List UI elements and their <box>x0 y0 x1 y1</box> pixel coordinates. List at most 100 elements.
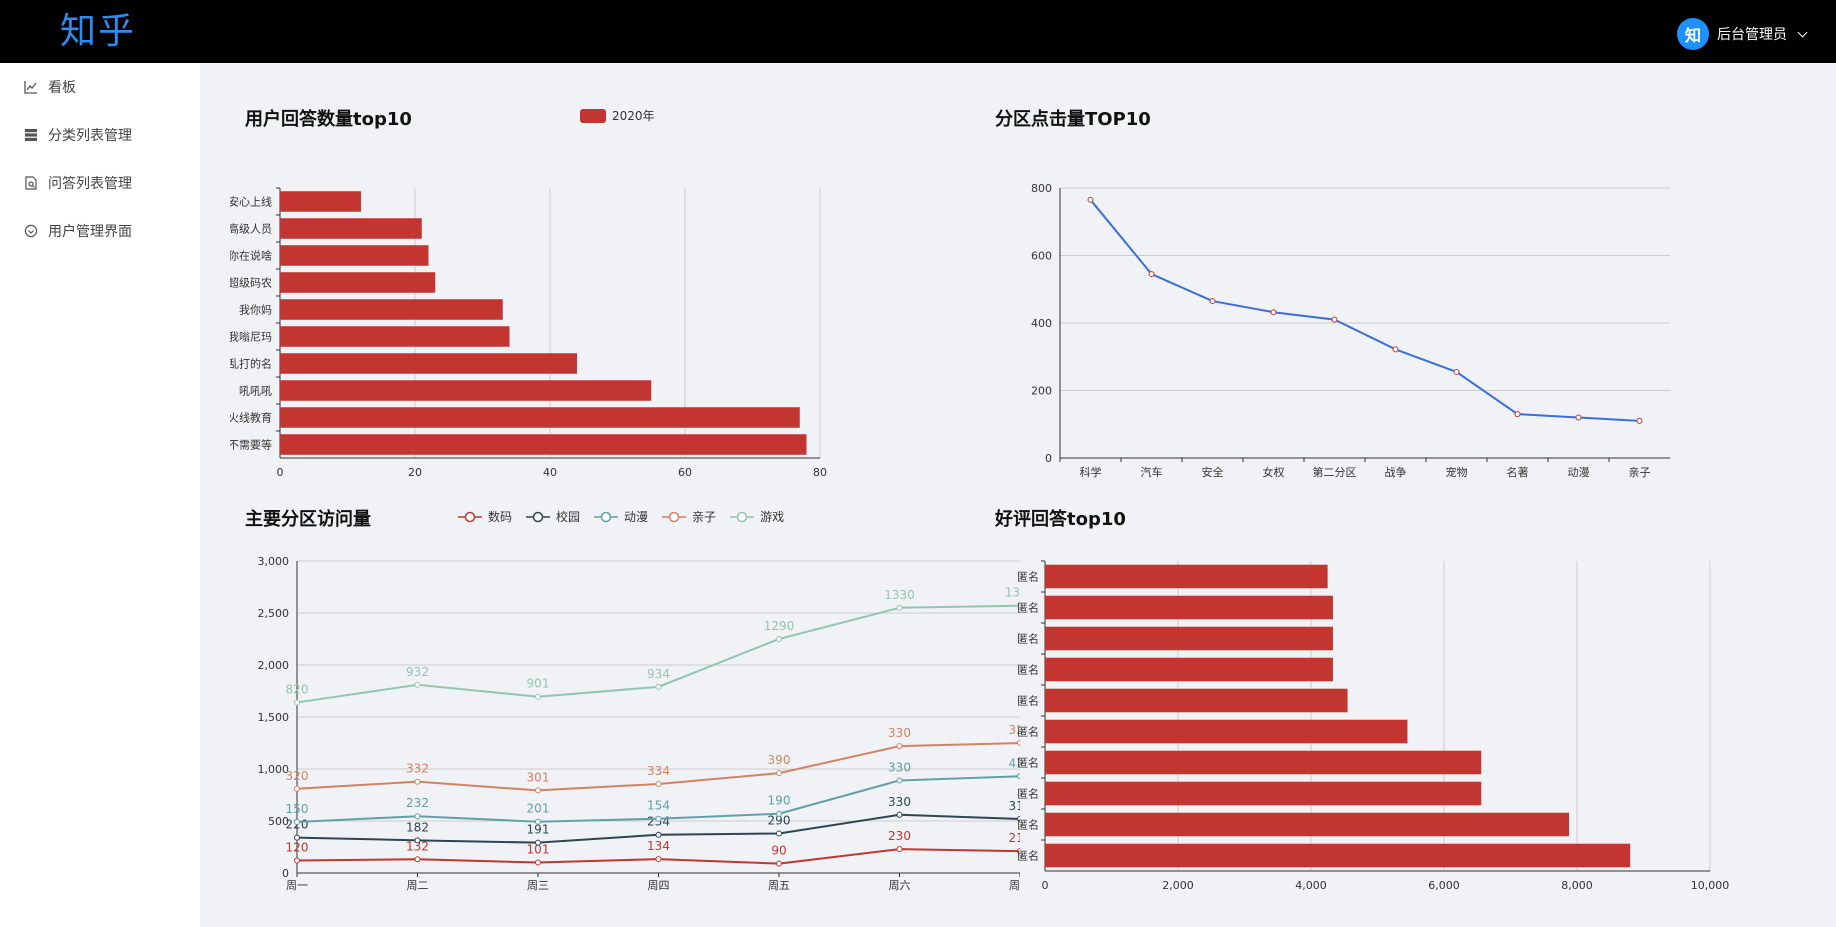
data-point <box>1453 368 1460 375</box>
legend-marker-icon <box>458 511 482 522</box>
y-tick-label: 超级码农 <box>230 276 272 290</box>
y-tick-label: 400 <box>1031 317 1052 330</box>
x-tick-label: 第二分区 <box>1313 465 1357 479</box>
x-tick-label: 0 <box>277 466 284 479</box>
data-point <box>655 856 662 863</box>
data-point <box>896 743 903 750</box>
data-label: 191 <box>527 823 550 837</box>
x-tick-label: 亲子 <box>1629 465 1651 479</box>
x-tick-label: 周五 <box>768 879 790 892</box>
data-label: 820 <box>286 682 309 696</box>
x-tick-label: 周三 <box>527 879 549 892</box>
top-navbar: 知乎 知 后台管理员 <box>0 0 1836 63</box>
data-point <box>896 777 903 784</box>
legend-label: 亲子 <box>692 510 717 524</box>
server-icon <box>25 129 37 141</box>
legend-label: 游戏 <box>760 510 785 524</box>
bar <box>1045 657 1333 682</box>
user-circle-icon <box>24 224 38 238</box>
sidebar-item-category-list[interactable]: 分类列表管理 <box>0 111 200 159</box>
y-tick-label: 2,000 <box>258 659 290 672</box>
data-point <box>535 693 541 700</box>
y-tick-label: 匿名 <box>1017 818 1039 832</box>
x-tick-label: 安全 <box>1202 465 1224 479</box>
data-label: 150 <box>286 802 309 816</box>
data-point <box>535 839 541 846</box>
chart-title-section-clicks: 分区点击量TOP10 <box>995 109 1151 130</box>
data-point <box>655 683 662 690</box>
data-label: 934 <box>647 667 670 681</box>
legend-marker-icon <box>662 511 687 522</box>
data-point <box>655 780 662 787</box>
y-tick-label: 你不需要等 <box>230 438 272 452</box>
sidebar: 看板 分类列表管理 问答列表管理 用户管理界面 <box>0 63 200 927</box>
data-point <box>896 604 903 611</box>
data-label: 1330 <box>884 588 915 602</box>
data-label: 201 <box>527 802 550 816</box>
x-tick-label: 战争 <box>1385 465 1407 479</box>
y-tick-label: 匿名 <box>1017 632 1039 646</box>
y-tick-label: 高级人员 <box>230 222 272 236</box>
data-point <box>414 837 421 844</box>
sidebar-item-qa-list[interactable]: 问答列表管理 <box>0 159 200 207</box>
y-tick-label: 匿名 <box>1017 601 1039 615</box>
data-point <box>896 846 903 853</box>
y-tick-label: 匿名 <box>1017 787 1039 801</box>
data-label: 932 <box>406 665 429 679</box>
bar <box>280 191 361 212</box>
x-tick-label: 周六 <box>889 879 911 892</box>
x-tick-label: 2,000 <box>1162 879 1194 892</box>
x-tick-label: 周四 <box>648 879 670 892</box>
x-tick-label: 8,000 <box>1561 879 1593 892</box>
bar <box>280 434 807 455</box>
x-tick-label: 80 <box>813 466 827 479</box>
bar <box>1045 626 1333 651</box>
data-point <box>1636 417 1643 424</box>
y-tick-label: 匿名 <box>1017 694 1039 708</box>
legend-item[interactable]: 数码 <box>458 508 512 525</box>
data-label: 154 <box>647 799 670 813</box>
data-label: 190 <box>768 794 791 808</box>
data-point <box>414 681 421 688</box>
y-tick-label: 你在说啥 <box>230 249 272 263</box>
y-tick-label: 我你妈 <box>239 303 272 317</box>
sidebar-item-dashboard[interactable]: 看板 <box>0 63 200 111</box>
zhihu-logo[interactable]: 知乎 <box>60 12 136 52</box>
data-label: 120 <box>286 841 309 855</box>
data-point <box>1575 414 1582 421</box>
x-tick-label: 周一 <box>286 879 308 892</box>
x-tick-label: 周二 <box>407 879 429 892</box>
y-tick-label: 安心上线 <box>230 195 272 209</box>
document-search-icon <box>25 176 37 190</box>
bar <box>1045 781 1482 806</box>
top-rated-bar-chart: 0 2,000 4,000 6,000 8,000 10,000匿名匿名匿名匿名匿名匿名匿… <box>1017 560 1729 892</box>
x-tick-label: 动漫 <box>1568 465 1590 479</box>
user-menu[interactable]: 知 后台管理员 <box>1677 18 1808 50</box>
data-label: 330 <box>888 760 911 774</box>
legend-item[interactable]: 亲子 <box>662 508 716 525</box>
legend-label: 动漫 <box>624 510 649 524</box>
legend-item[interactable]: 动漫 <box>594 508 648 525</box>
data-point <box>655 831 662 838</box>
bar <box>1045 564 1328 589</box>
data-label: 182 <box>406 820 429 834</box>
data-label: 332 <box>406 762 429 776</box>
legend-label: 2020年 <box>612 109 655 123</box>
data-label: 232 <box>406 796 429 810</box>
x-tick-label: 女权 <box>1263 465 1285 479</box>
y-tick-label: 匿名 <box>1017 756 1039 770</box>
data-label: 390 <box>768 753 791 767</box>
bar <box>280 299 503 320</box>
bar <box>280 353 577 374</box>
legend-2020[interactable]: 2020年 <box>580 107 655 124</box>
legend-item[interactable]: 校园 <box>526 508 580 525</box>
legend-marker-icon <box>594 511 619 522</box>
y-tick-label: 吼吼吼 <box>239 385 272 398</box>
legend-item[interactable]: 游戏 <box>730 508 784 525</box>
bar <box>1045 688 1348 713</box>
sidebar-item-user-management[interactable]: 用户管理界面 <box>0 207 200 255</box>
bar <box>1045 812 1570 837</box>
legend-label: 数码 <box>488 510 513 524</box>
chart-title-top-rated: 好评回答top10 <box>995 509 1126 530</box>
data-label: 230 <box>888 829 911 843</box>
